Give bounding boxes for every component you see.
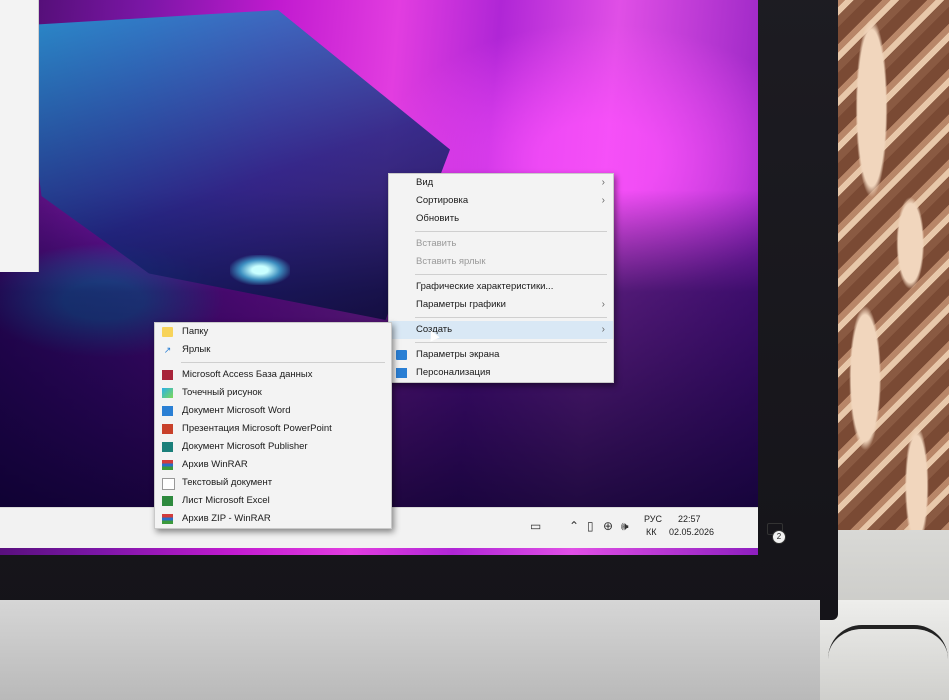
submenu-item-winrar-zip[interactable]: Архив ZIP - WinRAR bbox=[155, 510, 391, 528]
submenu-item-shortcut[interactable]: ↗ Ярлык bbox=[155, 341, 391, 359]
submenu-item-text-document[interactable]: Текстовый документ bbox=[155, 474, 391, 492]
menu-item-sort-label: Сортировка bbox=[416, 195, 469, 206]
powerpoint-icon bbox=[162, 424, 173, 434]
submenu-item-winrar-label: Архив WinRAR bbox=[182, 459, 248, 470]
submenu-arrow-icon: › bbox=[601, 324, 605, 335]
menu-item-graphics-options-label: Параметры графики bbox=[416, 299, 506, 310]
menu-item-display-settings-label: Параметры экрана bbox=[416, 349, 500, 360]
word-icon bbox=[162, 406, 173, 416]
keyboard-layout-indicator[interactable]: КК bbox=[646, 527, 657, 538]
menu-separator bbox=[181, 362, 385, 363]
shortcut-icon: ↗ bbox=[163, 345, 172, 355]
submenu-item-publisher-label: Документ Microsoft Publisher bbox=[182, 441, 308, 452]
menu-item-graphics-options[interactable]: Параметры графики › bbox=[389, 296, 613, 314]
menu-item-sort[interactable]: Сортировка › bbox=[389, 192, 613, 210]
menu-item-paste[interactable]: Вставить bbox=[389, 235, 613, 253]
notification-count: 2 bbox=[772, 530, 786, 544]
personalization-icon bbox=[396, 368, 407, 378]
submenu-arrow-icon: › bbox=[601, 177, 605, 188]
bitmap-icon bbox=[162, 388, 173, 398]
menu-item-personalization-label: Персонализация bbox=[416, 367, 491, 378]
submenu-item-shortcut-label: Ярлык bbox=[182, 344, 211, 355]
clock-time[interactable]: 22:57 bbox=[678, 514, 701, 525]
winrar-zip-icon bbox=[162, 514, 173, 524]
network-globe-icon[interactable]: ⊕ bbox=[603, 519, 613, 533]
menu-separator bbox=[415, 274, 607, 275]
publisher-icon bbox=[162, 442, 173, 452]
submenu-item-powerpoint[interactable]: Презентация Microsoft PowerPoint bbox=[155, 420, 391, 438]
submenu-item-text-document-label: Текстовый документ bbox=[182, 477, 273, 488]
create-submenu: Папку ↗ Ярлык Microsoft Access База данн… bbox=[154, 322, 392, 529]
wallpaper-glow bbox=[230, 255, 290, 285]
desktop-context-menu: Вид › Сортировка › Обновить Вставить Вст… bbox=[388, 173, 614, 383]
winrar-icon bbox=[162, 460, 173, 470]
submenu-item-winrar-zip-label: Архив ZIP - WinRAR bbox=[182, 513, 271, 524]
background-window[interactable] bbox=[0, 0, 39, 272]
show-hidden-icons-chevron-icon[interactable]: ⌃ bbox=[569, 519, 579, 533]
submenu-item-winrar[interactable]: Архив WinRAR bbox=[155, 456, 391, 474]
folder-icon bbox=[162, 327, 173, 337]
display-settings-icon bbox=[396, 350, 407, 360]
submenu-arrow-icon: › bbox=[601, 299, 605, 310]
menu-item-paste-shortcut-label: Вставить ярлык bbox=[416, 256, 486, 267]
access-icon bbox=[162, 370, 173, 380]
notification-center-icon[interactable]: 2 bbox=[765, 523, 786, 544]
clock-date[interactable]: 02.05.2026 bbox=[669, 527, 714, 538]
submenu-arrow-icon: › bbox=[601, 195, 605, 206]
menu-item-graphics-properties[interactable]: Графические характеристики... bbox=[389, 278, 613, 296]
menu-item-graphics-properties-label: Графические характеристики... bbox=[416, 281, 554, 292]
menu-item-new[interactable]: Создать › bbox=[389, 321, 613, 339]
menu-item-paste-shortcut[interactable]: Вставить ярлык bbox=[389, 253, 613, 271]
menu-item-personalization[interactable]: Персонализация bbox=[389, 364, 613, 382]
submenu-item-excel[interactable]: Лист Microsoft Excel bbox=[155, 492, 391, 510]
monitor-chin bbox=[0, 600, 820, 700]
submenu-item-folder[interactable]: Папку bbox=[155, 323, 391, 341]
excel-icon bbox=[162, 496, 173, 506]
device-icon[interactable]: ▯ bbox=[587, 519, 594, 533]
language-indicator[interactable]: РУС bbox=[644, 514, 662, 525]
menu-item-paste-label: Вставить bbox=[416, 238, 457, 249]
submenu-item-word-label: Документ Microsoft Word bbox=[182, 405, 291, 416]
submenu-item-bitmap[interactable]: Точечный рисунок bbox=[155, 384, 391, 402]
submenu-item-excel-label: Лист Microsoft Excel bbox=[182, 495, 270, 506]
submenu-item-word[interactable]: Документ Microsoft Word bbox=[155, 402, 391, 420]
menu-separator bbox=[415, 342, 607, 343]
menu-separator bbox=[415, 231, 607, 232]
menu-item-view[interactable]: Вид › bbox=[389, 174, 613, 192]
submenu-item-access-label: Microsoft Access База данных bbox=[182, 369, 313, 380]
submenu-item-folder-label: Папку bbox=[182, 326, 209, 337]
submenu-item-access[interactable]: Microsoft Access База данных bbox=[155, 366, 391, 384]
menu-item-refresh-label: Обновить bbox=[416, 213, 460, 224]
submenu-item-publisher[interactable]: Документ Microsoft Publisher bbox=[155, 438, 391, 456]
submenu-item-powerpoint-label: Презентация Microsoft PowerPoint bbox=[182, 423, 332, 434]
menu-item-display-settings[interactable]: Параметры экрана bbox=[389, 346, 613, 364]
volume-icon[interactable]: 🕪 bbox=[621, 519, 629, 533]
task-view-icon[interactable]: ▭ bbox=[530, 519, 541, 533]
submenu-item-bitmap-label: Точечный рисунок bbox=[182, 387, 262, 398]
menu-separator bbox=[415, 317, 607, 318]
text-document-icon bbox=[162, 478, 175, 490]
menu-item-refresh[interactable]: Обновить bbox=[389, 210, 613, 228]
room-wallpaper bbox=[820, 0, 949, 540]
menu-item-view-label: Вид bbox=[416, 177, 434, 188]
